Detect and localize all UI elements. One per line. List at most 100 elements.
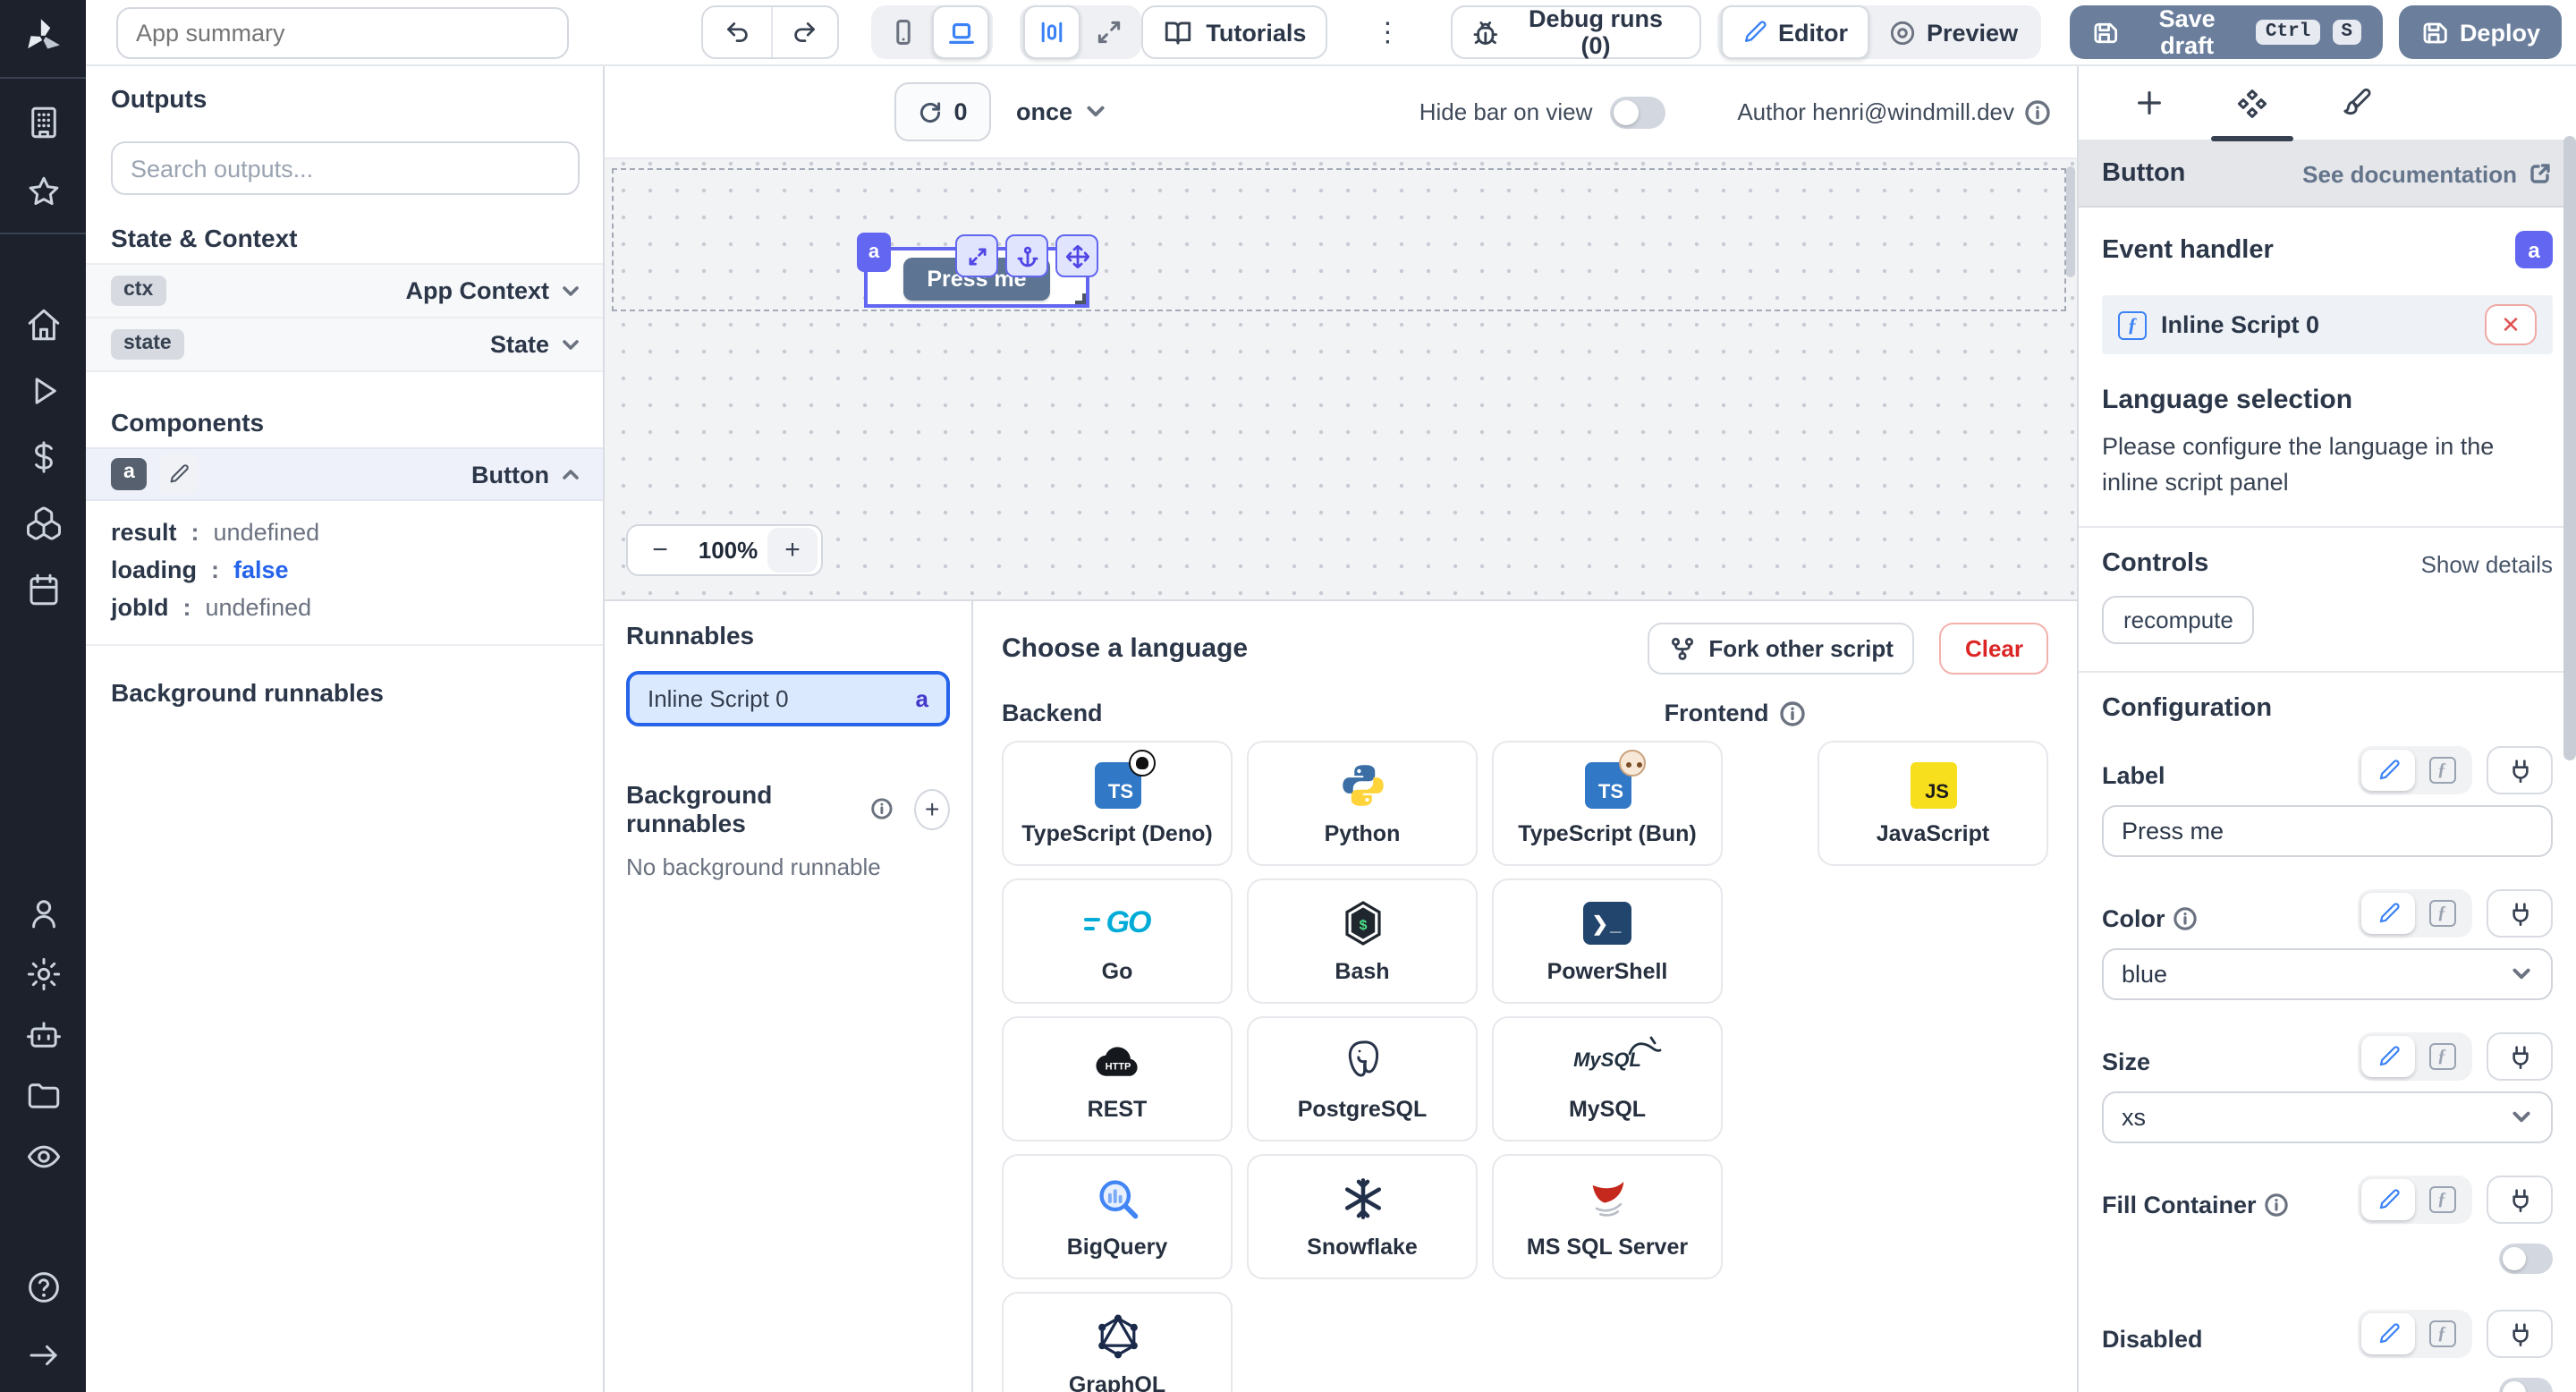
schedules-calendar-icon[interactable] xyxy=(24,571,62,608)
component-row-button[interactable]: a Button xyxy=(86,447,603,501)
favorites-star-icon[interactable] xyxy=(24,174,62,211)
language-card-snowflake[interactable]: Snowflake xyxy=(1247,1154,1478,1279)
state-row[interactable]: state State xyxy=(86,318,603,372)
refresh-count-button[interactable]: 0 xyxy=(894,82,991,141)
connect-plug-button[interactable] xyxy=(2487,1310,2553,1358)
search-outputs-input[interactable] xyxy=(111,141,580,195)
zoom-out-button[interactable]: − xyxy=(631,528,689,573)
resize-handle[interactable] xyxy=(1075,293,1086,304)
connect-plug-button[interactable] xyxy=(2487,1032,2553,1081)
postgresql-elephant-icon xyxy=(1341,1036,1384,1086)
event-script-row[interactable]: ƒ Inline Script 0 ✕ xyxy=(2102,295,2553,354)
rename-pencil-icon[interactable] xyxy=(160,454,199,494)
tab-styling-brush[interactable] xyxy=(2304,66,2408,140)
schedule-dropdown[interactable]: once xyxy=(1016,98,1106,125)
static-pencil-option[interactable] xyxy=(2361,893,2415,934)
mobile-view-button[interactable] xyxy=(875,9,932,55)
size-field-title: Size xyxy=(2102,1048,2150,1081)
users-icon[interactable] xyxy=(24,895,62,932)
component-settings-panel: Button See documentation Event handler a… xyxy=(2077,66,2576,1392)
color-select[interactable]: blue xyxy=(2102,948,2553,1000)
move-component-button[interactable] xyxy=(1055,234,1098,277)
windmill-logo[interactable] xyxy=(20,14,66,61)
zoom-in-button[interactable]: + xyxy=(767,528,818,573)
connect-plug-button[interactable] xyxy=(2487,889,2553,938)
language-card-go[interactable]: GO Go xyxy=(1002,878,1233,1004)
info-icon[interactable] xyxy=(872,796,894,821)
tab-insert-component[interactable] xyxy=(2097,66,2200,140)
info-icon[interactable] xyxy=(1780,700,1805,726)
language-card-powershell[interactable]: ❯_ PowerShell xyxy=(1492,878,1723,1004)
settings-gear-icon[interactable] xyxy=(24,955,62,993)
hide-bar-toggle[interactable] xyxy=(1610,96,1665,128)
fill-container-toggle[interactable] xyxy=(2499,1243,2553,1274)
fork-other-script-button[interactable]: Fork other script xyxy=(1648,623,1915,675)
connect-plug-button[interactable] xyxy=(2487,746,2553,794)
clear-button[interactable]: Clear xyxy=(1940,623,2048,675)
expression-fx-option[interactable]: ƒ xyxy=(2415,893,2469,934)
info-icon[interactable] xyxy=(2025,99,2050,124)
show-details-link[interactable]: Show details xyxy=(2421,550,2553,577)
editor-mode-button[interactable]: Editor xyxy=(1721,5,1869,59)
fullwidth-layout-button[interactable] xyxy=(1080,9,1138,55)
expand-component-button[interactable] xyxy=(955,234,998,277)
size-select[interactable]: xs xyxy=(2102,1091,2553,1143)
app-summary-input[interactable] xyxy=(116,6,569,58)
language-card-graphql[interactable]: GraphQL xyxy=(1002,1292,1233,1392)
canvas-scrollbar[interactable] xyxy=(2066,166,2075,277)
runs-play-icon[interactable] xyxy=(24,372,62,410)
language-card-javascript[interactable]: JS JavaScript xyxy=(1818,741,2048,866)
label-value-input[interactable] xyxy=(2102,805,2553,857)
centered-layout-button[interactable] xyxy=(1023,5,1080,59)
redo-button[interactable] xyxy=(770,7,837,57)
app-canvas[interactable]: Press me a − 100% + xyxy=(605,157,2077,599)
expression-fx-option[interactable]: ƒ xyxy=(2415,1036,2469,1077)
static-pencil-option[interactable] xyxy=(2361,1179,2415,1220)
app-builder-icon[interactable] xyxy=(24,104,62,141)
ctx-row[interactable]: ctx App Context xyxy=(86,265,603,318)
remove-script-button[interactable]: ✕ xyxy=(2485,304,2537,345)
expression-fx-option[interactable]: ƒ xyxy=(2415,1313,2469,1354)
undo-button[interactable] xyxy=(703,7,770,57)
workers-robot-icon[interactable] xyxy=(24,1016,62,1054)
save-draft-button[interactable]: Save draft Ctrl S xyxy=(2070,5,2383,59)
help-icon[interactable] xyxy=(24,1269,62,1306)
tab-component-settings[interactable] xyxy=(2200,66,2304,140)
language-card-bigquery[interactable]: BigQuery xyxy=(1002,1154,1233,1279)
expression-fx-option[interactable]: ƒ xyxy=(2415,750,2469,791)
expand-sidebar-arrow-icon[interactable] xyxy=(24,1337,62,1374)
tutorials-button[interactable]: Tutorials xyxy=(1141,5,1327,59)
static-pencil-option[interactable] xyxy=(2361,750,2415,791)
language-card-rest[interactable]: HTTP REST xyxy=(1002,1016,1233,1142)
static-pencil-option[interactable] xyxy=(2361,1036,2415,1077)
language-card-postgresql[interactable]: PostgreSQL xyxy=(1247,1016,1478,1142)
desktop-view-button[interactable] xyxy=(932,5,989,59)
deploy-button[interactable]: Deploy xyxy=(2399,5,2562,59)
preview-mode-button[interactable]: Preview xyxy=(1869,9,2038,55)
audit-eye-icon[interactable] xyxy=(24,1138,62,1176)
language-card-python[interactable]: Python xyxy=(1247,741,1478,866)
add-background-runnable-button[interactable]: + xyxy=(914,788,950,829)
overflow-menu-button[interactable]: ⋮ xyxy=(1368,16,1406,48)
language-card-bash[interactable]: $ Bash xyxy=(1247,878,1478,1004)
language-card-typescript-bun[interactable]: TS TypeScript (Bun) xyxy=(1492,741,1723,866)
static-pencil-option[interactable] xyxy=(2361,1313,2415,1354)
recompute-pill[interactable]: recompute xyxy=(2102,596,2255,644)
folders-icon[interactable] xyxy=(24,1077,62,1115)
debug-runs-button[interactable]: Debug runs (0) xyxy=(1451,5,1701,59)
expression-fx-option[interactable]: ƒ xyxy=(2415,1179,2469,1220)
see-documentation-link[interactable]: See documentation xyxy=(2302,160,2553,187)
disabled-toggle[interactable] xyxy=(2499,1378,2553,1392)
language-card-mssql[interactable]: MS SQL Server xyxy=(1492,1154,1723,1279)
anchor-component-button[interactable] xyxy=(1005,234,1048,277)
resources-boxes-icon[interactable] xyxy=(24,505,62,542)
info-icon xyxy=(2266,1193,2289,1217)
runnable-inline-script-0[interactable]: Inline Script 0 a xyxy=(626,671,950,726)
connect-plug-button[interactable] xyxy=(2487,1176,2553,1224)
language-card-typescript-deno[interactable]: TS TypeScript (Deno) xyxy=(1002,741,1233,866)
variables-dollar-icon[interactable] xyxy=(24,438,62,476)
home-icon[interactable] xyxy=(24,306,62,344)
schedule-value: once xyxy=(1016,98,1072,125)
panel-scrollbar[interactable] xyxy=(2563,136,2576,760)
language-card-mysql[interactable]: MySQL MySQL xyxy=(1492,1016,1723,1142)
